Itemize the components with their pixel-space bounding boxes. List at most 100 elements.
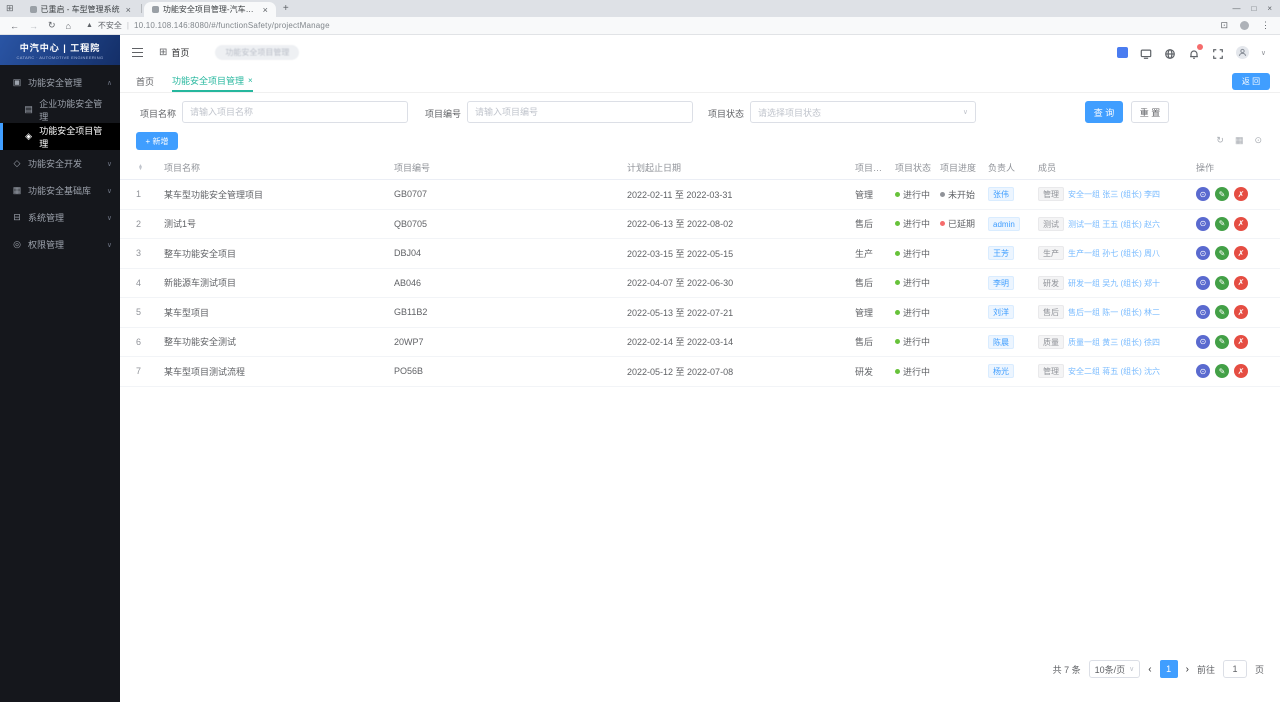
delete-button[interactable]: ✗: [1234, 334, 1248, 349]
sidebar-item-1[interactable]: ▤ 企业功能安全管理: [0, 96, 120, 123]
refresh-icon[interactable]: ↻: [1216, 135, 1224, 146]
project-dates: 2022-05-12 至 2022-07-08: [627, 366, 734, 377]
row-index: 5: [136, 307, 142, 318]
extension-icon[interactable]: ⊡: [1220, 20, 1228, 31]
member-links[interactable]: 测试一组 王五 (组长) 赵六: [1068, 220, 1160, 229]
hamburger-menu-icon[interactable]: [132, 45, 143, 60]
sidebar-item-5[interactable]: ⊟ 系统管理 ∨: [0, 204, 120, 231]
project-code: 20WP7: [394, 336, 424, 347]
project-code-input[interactable]: [467, 101, 693, 123]
back-button[interactable]: 返 回: [1232, 73, 1270, 90]
page-size-select[interactable]: 10条/页 ∨: [1088, 660, 1141, 678]
security-label: 不安全: [97, 21, 122, 30]
view-button[interactable]: ⊙: [1196, 187, 1210, 202]
home-nav-icon[interactable]: ⌂: [66, 21, 71, 31]
close-window-button[interactable]: ×: [1267, 4, 1272, 13]
col-progress[interactable]: 项目进度: [940, 161, 988, 174]
edit-button[interactable]: ✎: [1215, 275, 1229, 290]
delete-button[interactable]: ✗: [1234, 305, 1248, 320]
sort-control[interactable]: ▲ ▼: [136, 163, 164, 173]
col-members[interactable]: 成员: [1038, 161, 1196, 174]
theme-color-icon[interactable]: [1116, 47, 1128, 58]
delete-button[interactable]: ✗: [1234, 246, 1248, 261]
page-tab-home[interactable]: 首页: [136, 75, 154, 88]
settings-icon[interactable]: ⊙: [1254, 135, 1262, 146]
goto-page-input[interactable]: [1222, 660, 1247, 678]
view-button[interactable]: ⊙: [1196, 216, 1210, 231]
page-tabs-bar: 首页 功能安全项目管理 × 返 回: [120, 70, 1280, 93]
tab-close-icon[interactable]: ×: [126, 5, 131, 15]
project-name: 某车型项目: [164, 307, 210, 318]
browser-profile-avatar[interactable]: [1240, 21, 1249, 30]
refresh-nav-icon[interactable]: ↻: [48, 20, 56, 31]
new-tab-button[interactable]: +: [283, 3, 289, 14]
project-leader: 王芳: [988, 246, 1038, 261]
project-dates: 2022-02-11 至 2022-03-31: [627, 189, 733, 200]
col-dates[interactable]: 计划起止日期: [627, 161, 855, 174]
next-page-button[interactable]: ›: [1186, 664, 1189, 675]
edit-button[interactable]: ✎: [1215, 364, 1229, 379]
col-name[interactable]: 项目名称: [164, 161, 394, 174]
member-links[interactable]: 售后一组 陈一 (组长) 林二: [1068, 308, 1160, 317]
view-button[interactable]: ⊙: [1196, 364, 1210, 379]
screen-capture-icon[interactable]: [1140, 47, 1152, 59]
current-page-button[interactable]: 1: [1159, 660, 1178, 678]
member-links[interactable]: 质量一组 黄三 (组长) 徐四: [1068, 338, 1160, 347]
delete-button[interactable]: ✗: [1234, 364, 1248, 379]
user-caret-icon[interactable]: ∨: [1261, 49, 1266, 57]
minimize-button[interactable]: —: [1232, 4, 1240, 13]
member-links[interactable]: 安全一组 张三 (组长) 李四: [1068, 190, 1160, 199]
fullscreen-icon[interactable]: [1212, 47, 1224, 59]
add-button[interactable]: + 新增: [136, 132, 178, 150]
edit-button[interactable]: ✎: [1215, 216, 1229, 231]
notification-bell-icon[interactable]: [1188, 43, 1203, 59]
tab-close-icon[interactable]: ×: [248, 76, 253, 85]
member-links[interactable]: 研发一组 吴九 (组长) 郑十: [1068, 279, 1160, 288]
delete-button[interactable]: ✗: [1234, 187, 1248, 202]
page-tab-active[interactable]: 功能安全项目管理 ×: [172, 70, 253, 92]
member-links[interactable]: 生产一组 孙七 (组长) 周八: [1068, 249, 1160, 258]
row-index: 2: [136, 218, 142, 229]
tab-close-icon[interactable]: ×: [263, 5, 268, 15]
row-index: 4: [136, 277, 142, 288]
col-leader[interactable]: 负责人: [988, 161, 1038, 174]
reset-button[interactable]: 重 置: [1131, 101, 1169, 123]
sidebar-item-3[interactable]: ◇ 功能安全开发 ∨: [0, 150, 120, 177]
project-name-input[interactable]: [182, 101, 408, 123]
edit-button[interactable]: ✎: [1215, 334, 1229, 349]
forward-nav-icon[interactable]: →: [29, 21, 38, 31]
address-bar[interactable]: ▲ 不安全 | 10.10.108.146:8080/#/functionSaf…: [86, 20, 330, 31]
view-button[interactable]: ⊙: [1196, 246, 1210, 261]
view-button[interactable]: ⊙: [1196, 334, 1210, 349]
search-button[interactable]: 查 询: [1085, 101, 1123, 123]
edit-button[interactable]: ✎: [1215, 305, 1229, 320]
columns-icon[interactable]: ▦: [1235, 135, 1244, 146]
prev-page-button[interactable]: ‹: [1148, 664, 1151, 675]
sidebar-item-0[interactable]: ▣ 功能安全管理 ∧: [0, 69, 120, 96]
view-button[interactable]: ⊙: [1196, 275, 1210, 290]
col-type[interactable]: 项目类型: [855, 161, 895, 174]
sidebar-item-6[interactable]: ◎ 权限管理 ∨: [0, 231, 120, 258]
view-button[interactable]: ⊙: [1196, 305, 1210, 320]
edit-button[interactable]: ✎: [1215, 246, 1229, 261]
col-status[interactable]: 项目状态: [895, 161, 940, 174]
delete-button[interactable]: ✗: [1234, 275, 1248, 290]
edit-button[interactable]: ✎: [1215, 187, 1229, 202]
user-avatar[interactable]: [1235, 46, 1249, 59]
maximize-button[interactable]: □: [1251, 4, 1256, 13]
member-links[interactable]: 安全二组 蒋五 (组长) 沈六: [1068, 367, 1160, 376]
back-nav-icon[interactable]: ←: [10, 21, 19, 31]
breadcrumb-home[interactable]: 首页: [171, 46, 189, 59]
delete-button[interactable]: ✗: [1234, 216, 1248, 231]
sidebar-item-2[interactable]: ◈ 功能安全项目管理: [0, 123, 120, 150]
sidebar-item-4[interactable]: ▦ 功能安全基础库 ∨: [0, 177, 120, 204]
browser-tab-active[interactable]: 功能安全项目管理-汽车功能安全云平台 ×: [143, 2, 276, 17]
row-actions: ⊙ ✎ ✗: [1196, 364, 1280, 379]
language-globe-icon[interactable]: [1164, 47, 1176, 59]
col-code[interactable]: 项目编号: [394, 161, 627, 174]
project-status-select[interactable]: 请选择项目状态 ∨: [750, 101, 976, 123]
browser-tab-inactive[interactable]: 已重启 - 车型管理系统 ×: [22, 2, 139, 17]
browser-menu-icon[interactable]: ⋮: [1261, 20, 1270, 31]
chevron-up-icon: ∧: [106, 79, 112, 87]
window-grid-icon[interactable]: ⊞: [6, 3, 14, 14]
